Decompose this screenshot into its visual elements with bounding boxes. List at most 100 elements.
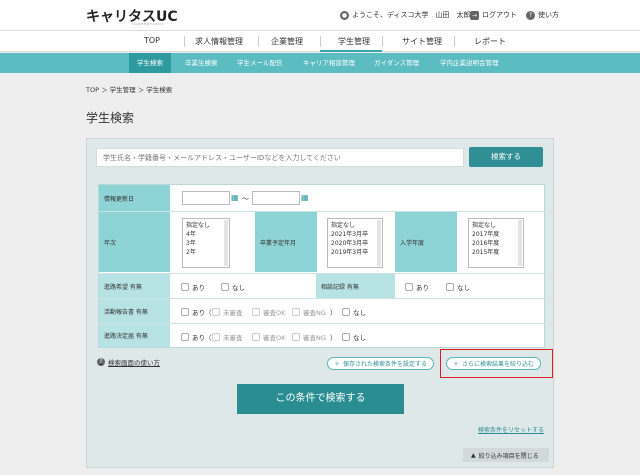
- gnav-site[interactable]: サイト管理: [402, 36, 442, 47]
- site-header: キャリタスUC CAREERTASUC ● ようこそ、ディスコ大学 山田 太郎様…: [0, 0, 640, 30]
- subnav-alumni-search[interactable]: 卒業生検索: [177, 53, 226, 73]
- career-yes-checkbox[interactable]: あり: [181, 282, 205, 292]
- gnav-divider: [382, 36, 383, 47]
- plus-icon: ＋: [334, 361, 341, 368]
- checkbox-box[interactable]: [212, 333, 220, 341]
- checkbox-box[interactable]: [405, 283, 413, 291]
- grade-listbox[interactable]: 指定なし 4年 3年 2年: [182, 218, 230, 268]
- listbox-scrollbar[interactable]: [377, 220, 381, 266]
- checkbox-box[interactable]: [252, 308, 260, 316]
- grade-option[interactable]: 指定なし: [186, 221, 226, 230]
- global-nav: TOP 求人情報管理 企業管理 学生管理 サイト管理 レポート: [0, 30, 640, 52]
- reset-conditions-link[interactable]: 検索条件をリセットする: [478, 425, 544, 434]
- search-help-link[interactable]: ? 検索画面の使い方: [97, 357, 160, 367]
- grade-option[interactable]: 4年: [186, 230, 226, 239]
- decision-unreviewed-checkbox[interactable]: 未審査: [212, 332, 243, 342]
- checkbox-box[interactable]: [212, 308, 220, 316]
- checkbox-box[interactable]: [221, 283, 229, 291]
- entry-option[interactable]: 2016年度: [472, 239, 520, 248]
- grad-option[interactable]: 2019年3月卒: [331, 248, 379, 257]
- saved-conditions-button[interactable]: ＋ 保存された検索条件を設定する: [327, 357, 435, 370]
- checkbox-box[interactable]: [181, 333, 189, 341]
- help-icon: ?: [526, 10, 535, 20]
- grad-option[interactable]: 2020年3月卒: [331, 239, 379, 248]
- activity-no-label: なし: [353, 309, 366, 317]
- checkbox-box[interactable]: [292, 333, 300, 341]
- calendar-icon[interactable]: ▦: [301, 193, 310, 202]
- checkbox-box[interactable]: [181, 308, 189, 316]
- subnav-career-consult[interactable]: キャリア相談管理: [295, 53, 363, 73]
- subnav-guidance[interactable]: ガイダンス管理: [366, 53, 427, 73]
- greeting-text: ようこそ、ディスコ大学: [352, 11, 429, 19]
- gnav-divider: [258, 36, 259, 47]
- close-filter-button[interactable]: ▲ 絞り込み項目を閉じる: [463, 448, 549, 462]
- user-icon: ●: [340, 10, 349, 20]
- activity-ok-label: 審査OK: [263, 309, 286, 317]
- checkbox-box[interactable]: [181, 283, 189, 291]
- help-link[interactable]: ? 使い方: [526, 10, 559, 20]
- activity-no-checkbox[interactable]: なし: [342, 307, 366, 317]
- activity-unreviewed-label: 未審査: [223, 309, 243, 317]
- logout-icon: →: [470, 10, 479, 20]
- entry-year-listbox[interactable]: 指定なし 2017年度 2016年度 2015年度: [468, 218, 524, 268]
- activity-yes-label: あり（: [192, 309, 212, 317]
- decision-ok-checkbox[interactable]: 審査OK: [252, 332, 285, 342]
- consult-yes-checkbox[interactable]: あり: [405, 282, 429, 292]
- gnav-companies[interactable]: 企業管理: [271, 36, 303, 47]
- grad-option[interactable]: 指定なし: [331, 221, 379, 230]
- checkbox-box[interactable]: [342, 308, 350, 316]
- gnav-jobs[interactable]: 求人情報管理: [195, 36, 243, 47]
- activity-ok-checkbox[interactable]: 審査OK: [252, 307, 285, 317]
- gnav-divider: [320, 36, 321, 47]
- keyword-search-input[interactable]: [96, 148, 464, 167]
- grad-date-listbox[interactable]: 指定なし 2021年3月卒 2020年3月卒 2019年3月卒: [327, 218, 383, 268]
- subnav-student-search[interactable]: 学生検索: [129, 53, 171, 73]
- entry-option[interactable]: 2017年度: [472, 230, 520, 239]
- grade-option[interactable]: 2年: [186, 248, 226, 257]
- paren-close: ）: [330, 309, 337, 317]
- gnav-active-indicator: [320, 50, 382, 52]
- activity-unreviewed-checkbox[interactable]: 未審査: [212, 307, 243, 317]
- sub-nav: 学生検索 卒業生検索 学生メール配信 キャリア相談管理 ガイダンス管理 学内企業…: [0, 53, 640, 73]
- decision-ng-checkbox[interactable]: 審査NG: [292, 332, 326, 342]
- subnav-student-mail[interactable]: 学生メール配信: [229, 53, 291, 73]
- gnav-report[interactable]: レポート: [474, 36, 506, 47]
- career-no-checkbox[interactable]: なし: [221, 282, 245, 292]
- checkbox-box[interactable]: [446, 283, 454, 291]
- consult-no-checkbox[interactable]: なし: [446, 282, 470, 292]
- decision-ok-label: 審査OK: [263, 334, 286, 342]
- grade-option[interactable]: 3年: [186, 239, 226, 248]
- decision-no-label: なし: [353, 334, 366, 342]
- activity-yes-checkbox[interactable]: あり（: [181, 307, 212, 317]
- refine-results-button[interactable]: ＋ さらに検索結果を絞り込む: [446, 357, 542, 370]
- entry-option[interactable]: 指定なし: [472, 221, 520, 230]
- consult-yes-label: あり: [416, 284, 429, 292]
- decision-yes-label: あり（: [192, 334, 212, 342]
- subnav-company-seminar[interactable]: 学内企業説明会管理: [432, 53, 507, 73]
- date-to-input[interactable]: [252, 191, 300, 205]
- activity-ng-checkbox[interactable]: 審査NG: [292, 307, 326, 317]
- logout-link[interactable]: → ログアウト: [470, 10, 517, 20]
- calendar-icon[interactable]: ▦: [231, 193, 240, 202]
- activity-ng-label: 審査NG: [303, 309, 326, 317]
- decision-no-checkbox[interactable]: なし: [342, 332, 366, 342]
- plus-icon: ＋: [453, 361, 460, 368]
- help-icon: ?: [97, 358, 105, 366]
- keyword-search-button[interactable]: 検索する: [469, 147, 543, 167]
- consult-no-label: なし: [457, 284, 470, 292]
- checkbox-box[interactable]: [252, 333, 260, 341]
- entry-option[interactable]: 2015年度: [472, 248, 520, 257]
- listbox-scrollbar[interactable]: [224, 220, 228, 266]
- gnav-students[interactable]: 学生管理: [338, 36, 370, 47]
- listbox-scrollbar[interactable]: [518, 220, 522, 266]
- checkbox-box[interactable]: [342, 333, 350, 341]
- checkbox-box[interactable]: [292, 308, 300, 316]
- activity-label: 活動報告書 有無: [99, 299, 170, 323]
- grad-option[interactable]: 2021年3月卒: [331, 230, 379, 239]
- decision-yes-checkbox[interactable]: あり（: [181, 332, 212, 342]
- gnav-top[interactable]: TOP: [144, 36, 160, 45]
- breadcrumb[interactable]: TOP ＞ 学生管理 ＞ 学生検索: [86, 84, 172, 94]
- submit-search-button[interactable]: この条件で検索する: [237, 384, 404, 414]
- date-from-input[interactable]: [182, 191, 230, 205]
- chevron-up-icon: ▲: [471, 451, 476, 459]
